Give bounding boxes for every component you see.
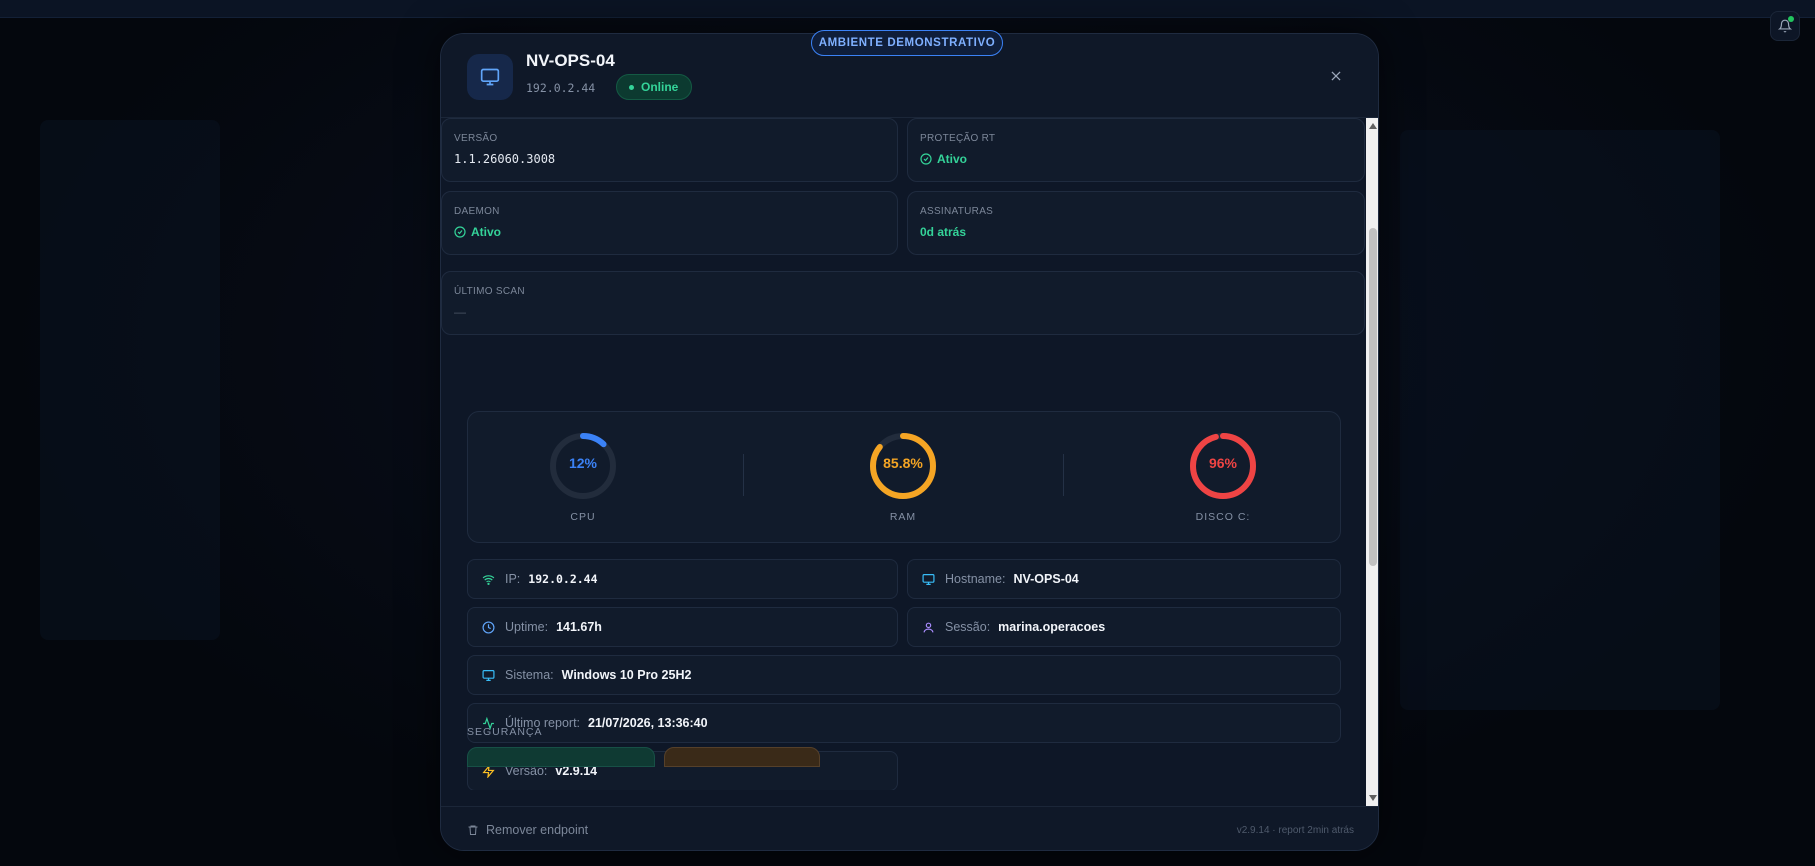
scroll-up-arrow[interactable]: [1369, 123, 1377, 129]
disk-percentage: 96%: [1208, 455, 1238, 471]
realtime-protection-label: PROTEÇÃO RT: [920, 133, 996, 144]
uptime-info-row: Uptime: 141.67h: [467, 607, 898, 647]
ram-gauge: 85.8% RAM: [843, 432, 963, 523]
trash-icon: [468, 825, 478, 835]
close-icon: [1331, 71, 1341, 81]
cpu-gauge: 12% CPU: [523, 432, 643, 523]
last-scan-value: —: [454, 305, 466, 319]
device-ip: 192.0.2.44: [526, 81, 596, 95]
system-value: Windows 10 Pro 25H2: [561, 668, 692, 682]
disk-gauge: 96% DISCO C:: [1163, 432, 1283, 523]
device-name: NV-OPS-04: [526, 51, 615, 70]
session-value: marina.operacoes: [998, 620, 1106, 634]
check-circle-icon: [920, 153, 932, 165]
device-avatar: [467, 54, 513, 100]
endpoint-detail-modal: NV-OPS-04 192.0.2.44 Online VERSÃO 1.1.2…: [440, 33, 1379, 851]
version-label: VERSÃO: [454, 133, 498, 144]
remove-endpoint-label: Remover endpoint: [486, 823, 589, 837]
cpu-label: CPU: [570, 511, 596, 523]
uptime-value: 141.67h: [556, 620, 602, 634]
notifications-button[interactable]: [1770, 11, 1800, 41]
monitor-icon: [481, 668, 495, 682]
background-panel: [1400, 130, 1720, 710]
last-report-info-row: Último report: 21/07/2026, 13:36:40: [467, 703, 1341, 743]
hostname-key: Hostname:: [945, 572, 1006, 586]
signatures-label: ASSINATURAS: [920, 206, 994, 217]
user-icon: [921, 620, 935, 634]
system-key: Sistema:: [505, 668, 554, 682]
daemon-value: Ativo: [454, 225, 501, 239]
system-info-row: Sistema: Windows 10 Pro 25H2: [467, 655, 1341, 695]
last-scan-card: ÚLTIMO SCAN —: [441, 271, 1365, 335]
demo-environment-badge: AMBIENTE DEMONSTRATIVO: [811, 30, 1003, 56]
gauge-divider: [1063, 454, 1064, 496]
footer-meta: v2.9.14 · report 2min atrás: [1236, 825, 1354, 836]
modal-body: VERSÃO 1.1.26060.3008 PROTEÇÃO RT Ativo …: [441, 118, 1366, 790]
ram-percentage: 85.8%: [883, 455, 923, 471]
ip-info-row: IP: 192.0.2.44: [467, 559, 898, 599]
hostname-value: NV-OPS-04: [1013, 572, 1079, 586]
last-report-value: 21/07/2026, 13:36:40: [588, 716, 708, 730]
remove-endpoint-button[interactable]: Remover endpoint: [467, 823, 588, 837]
realtime-protection-text: Ativo: [937, 152, 967, 166]
signatures-card: ASSINATURAS 0d atrás: [907, 191, 1365, 255]
background-sidebar: [40, 120, 220, 640]
security-warning-chip[interactable]: [664, 747, 820, 767]
security-status-chip[interactable]: [467, 747, 655, 767]
security-section-title: SEGURANÇA: [467, 726, 543, 738]
app-top-bar: [0, 0, 1815, 18]
version-value: 1.1.26060.3008: [454, 152, 556, 166]
monitor-icon: [480, 68, 500, 86]
cpu-percentage: 12%: [568, 455, 598, 471]
version-card: VERSÃO 1.1.26060.3008: [441, 118, 898, 182]
daemon-label: DAEMON: [454, 206, 500, 217]
realtime-protection-card: PROTEÇÃO RT Ativo: [907, 118, 1365, 182]
monitor-icon: [921, 572, 935, 586]
notification-indicator: [1788, 16, 1794, 22]
close-button[interactable]: [1326, 66, 1346, 86]
hostname-info-row: Hostname: NV-OPS-04: [907, 559, 1341, 599]
session-key: Sessão:: [945, 620, 991, 634]
daemon-card: DAEMON Ativo: [441, 191, 898, 255]
modal-footer: Remover endpoint v2.9.14 · report 2min a…: [441, 806, 1378, 850]
session-info-row: Sessão: marina.operacoes: [907, 607, 1341, 647]
realtime-protection-value: Ativo: [920, 152, 967, 166]
signatures-value: 0d atrás: [920, 225, 967, 239]
ip-value: 192.0.2.44: [528, 572, 598, 586]
scroll-thumb[interactable]: [1369, 228, 1377, 566]
scroll-down-arrow[interactable]: [1369, 795, 1377, 801]
ip-key: IP:: [505, 572, 521, 586]
status-badge: Online: [616, 74, 693, 100]
uptime-key: Uptime:: [505, 620, 549, 634]
modal-scrollbar[interactable]: [1366, 118, 1378, 806]
daemon-text: Ativo: [471, 225, 501, 239]
last-scan-label: ÚLTIMO SCAN: [454, 286, 525, 297]
ram-label: RAM: [889, 511, 917, 523]
wifi-icon: [481, 572, 495, 586]
disk-label: DISCO C:: [1195, 511, 1251, 523]
gauge-divider: [743, 454, 744, 496]
clock-icon: [481, 620, 495, 634]
resource-gauges-panel: 12% CPU 85.8% RAM 96% DISCO C:: [467, 411, 1341, 543]
check-circle-icon: [454, 226, 466, 238]
